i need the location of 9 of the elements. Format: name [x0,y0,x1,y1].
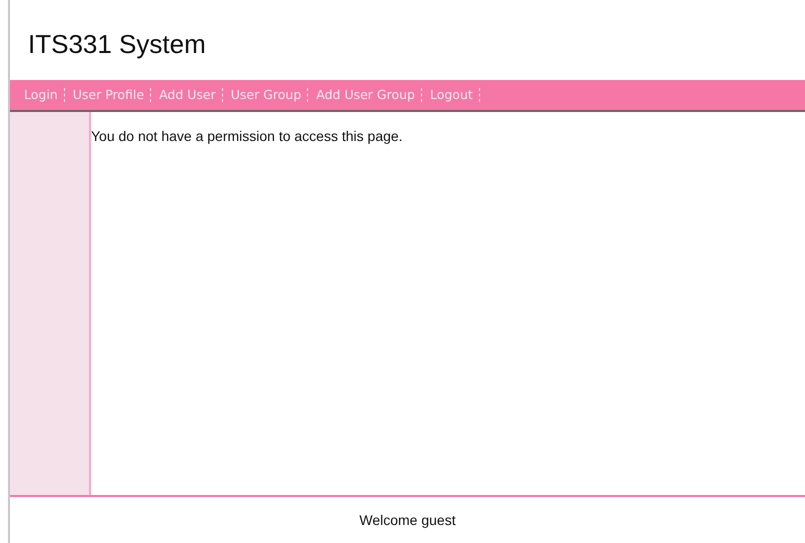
nav-link[interactable]: Login [18,88,65,102]
nav-link[interactable]: Add User Group [310,88,422,102]
nav-link[interactable]: Logout [424,88,480,102]
nav-link[interactable]: User Group [224,88,308,102]
nav-link[interactable]: User Profile [66,88,152,102]
welcome-text: Welcome guest [359,512,456,528]
nav-link[interactable]: Add User [153,88,223,102]
site-title: ITS331 System [28,28,206,60]
permission-message: You do not have a permission to access this page. [91,128,404,144]
